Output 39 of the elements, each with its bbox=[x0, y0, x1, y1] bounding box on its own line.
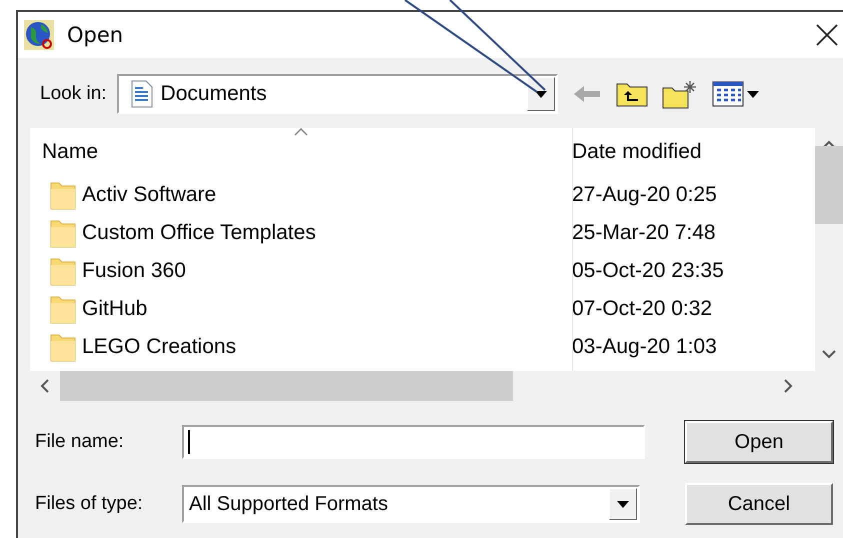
file-name[interactable]: LEGO Creations bbox=[82, 335, 236, 359]
folder-icon bbox=[50, 256, 76, 286]
column-header[interactable]: Date modified bbox=[562, 140, 702, 164]
scrollbar-thumb[interactable] bbox=[60, 371, 513, 401]
file-type-label: Files of type: bbox=[35, 493, 144, 515]
file-name[interactable]: Activ Software bbox=[82, 183, 216, 207]
caret-icon bbox=[617, 500, 629, 508]
file-name[interactable]: Custom Office Templates bbox=[82, 221, 316, 245]
scroll-right-icon[interactable] bbox=[783, 379, 793, 393]
globe-icon bbox=[23, 19, 55, 51]
file-type-dropdown[interactable]: All Supported Formats bbox=[182, 485, 640, 523]
file-name[interactable]: Fusion 360 bbox=[82, 259, 186, 283]
date-modified: 25-Mar-20 7:48 bbox=[572, 221, 716, 245]
cancel-button[interactable]: Cancel bbox=[685, 483, 833, 525]
date-modified: 05-Oct-20 23:35 bbox=[572, 259, 724, 283]
look-in-label: Look in: bbox=[40, 83, 107, 105]
folder-icon bbox=[50, 180, 76, 210]
scrollbar-thumb[interactable] bbox=[815, 146, 843, 224]
folder-icon bbox=[50, 294, 76, 324]
file-name-label: File name: bbox=[35, 431, 125, 453]
folder-icon bbox=[50, 218, 76, 248]
view-menu-icon[interactable] bbox=[712, 81, 760, 107]
date-modified: 27-Aug-20 0:25 bbox=[572, 183, 717, 207]
file-name-field[interactable] bbox=[182, 425, 645, 459]
window-title: Open bbox=[67, 23, 124, 47]
caret-icon bbox=[534, 90, 547, 98]
new-folder-icon[interactable] bbox=[662, 79, 698, 109]
scroll-down-icon[interactable] bbox=[822, 349, 836, 359]
date-modified: 03-Aug-20 1:03 bbox=[572, 335, 717, 359]
document-icon bbox=[130, 80, 153, 108]
close-icon[interactable] bbox=[814, 22, 840, 48]
folder-up-icon[interactable] bbox=[616, 81, 648, 107]
look-in-dropdown[interactable]: Documents bbox=[116, 74, 558, 114]
open-button[interactable]: Open bbox=[685, 421, 833, 463]
date-modified: 07-Oct-20 0:32 bbox=[572, 297, 712, 321]
scroll-left-icon[interactable] bbox=[40, 379, 50, 393]
folder-icon bbox=[50, 332, 76, 362]
column-header[interactable]: Name bbox=[30, 140, 562, 164]
file-name[interactable]: GitHub bbox=[82, 297, 148, 321]
